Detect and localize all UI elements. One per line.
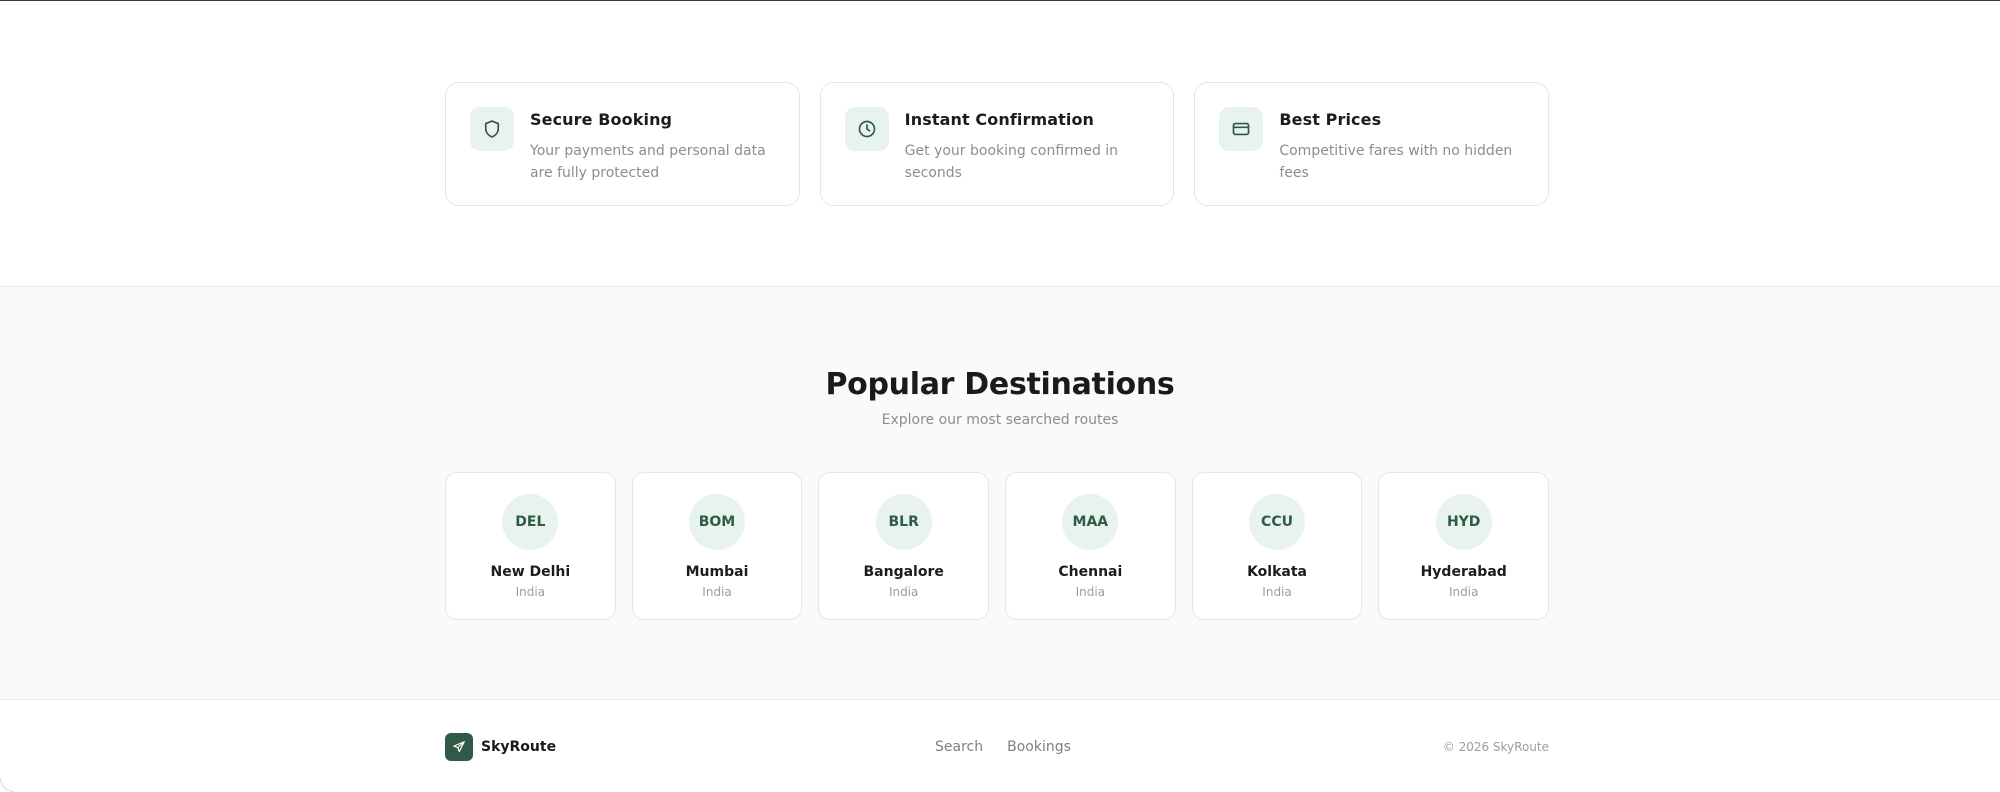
features-section: Secure Booking Your payments and persona… bbox=[0, 1, 2000, 287]
feature-description: Get your booking confirmed in seconds bbox=[904, 143, 1119, 181]
destination-city: Hyderabad bbox=[1420, 564, 1507, 580]
footer-brand[interactable]: SkyRoute bbox=[445, 733, 556, 761]
destination-country: India bbox=[888, 585, 919, 599]
feature-card-secure-booking: Secure Booking Your payments and persona… bbox=[445, 82, 800, 206]
feature-title: Instant Confirmation bbox=[904, 110, 1095, 129]
section-subtitle: Explore our most searched routes bbox=[881, 412, 1119, 428]
airport-code-badge: DEL bbox=[502, 494, 559, 550]
destination-city: Kolkata bbox=[1247, 564, 1307, 580]
footer-link-bookings[interactable]: Bookings bbox=[1007, 739, 1071, 755]
destination-country: India bbox=[1448, 585, 1479, 599]
plane-icon bbox=[445, 733, 473, 761]
credit-card-icon bbox=[1219, 107, 1264, 151]
feature-card-instant-confirmation: Instant Confirmation Get your booking co… bbox=[819, 82, 1175, 206]
destination-card-bom[interactable]: BOM Mumbai India bbox=[631, 472, 803, 620]
destination-card-maa[interactable]: MAA Chennai India bbox=[1005, 472, 1176, 620]
destination-card-ccu[interactable]: CCU Kolkata India bbox=[1191, 472, 1363, 620]
feature-description: Competitive fares with no hidden fees bbox=[1279, 143, 1513, 181]
destination-card-del[interactable]: DEL New Delhi India bbox=[445, 472, 616, 620]
destination-city: New Delhi bbox=[490, 564, 571, 580]
destination-country: India bbox=[515, 585, 546, 599]
destination-card-hyd[interactable]: HYD Hyderabad India bbox=[1378, 472, 1550, 620]
destination-country: India bbox=[702, 585, 732, 599]
page: Secure Booking Your payments and persona… bbox=[0, 0, 2000, 792]
destination-country: India bbox=[1075, 585, 1106, 599]
footer-link-search[interactable]: Search bbox=[935, 739, 983, 755]
destination-city: Mumbai bbox=[685, 564, 749, 580]
feature-row: Secure Booking Your payments and persona… bbox=[445, 82, 1550, 206]
footer: SkyRoute Search Bookings © 2026 SkyRoute bbox=[0, 701, 2000, 792]
popular-destinations-section: Popular Destinations Explore our most se… bbox=[0, 288, 2000, 700]
shield-icon bbox=[470, 107, 514, 151]
destination-city: Chennai bbox=[1058, 564, 1123, 580]
airport-code-badge: HYD bbox=[1435, 494, 1492, 550]
footer-nav: Search Bookings bbox=[935, 739, 1071, 755]
clock-icon bbox=[844, 107, 889, 151]
feature-title: Secure Booking bbox=[530, 110, 673, 129]
brand-name: SkyRoute bbox=[481, 739, 557, 755]
feature-description: Your payments and personal data are full… bbox=[530, 143, 766, 181]
destination-country: India bbox=[1262, 585, 1292, 599]
copyright-text: © 2026 SkyRoute bbox=[1442, 740, 1549, 754]
section-title: Popular Destinations bbox=[825, 367, 1175, 402]
airport-code-badge: MAA bbox=[1062, 494, 1119, 550]
destination-card-blr[interactable]: BLR Bangalore India bbox=[818, 472, 990, 620]
airport-code-badge: BLR bbox=[875, 494, 932, 550]
feature-title: Best Prices bbox=[1279, 110, 1382, 129]
destination-city: Bangalore bbox=[863, 564, 944, 580]
feature-card-best-prices: Best Prices Competitive fares with no hi… bbox=[1194, 82, 1550, 206]
airport-code-badge: BOM bbox=[689, 494, 745, 550]
destination-list: DEL New Delhi India BOM Mumbai India BLR… bbox=[445, 472, 1550, 620]
airport-code-badge: CCU bbox=[1249, 494, 1306, 550]
